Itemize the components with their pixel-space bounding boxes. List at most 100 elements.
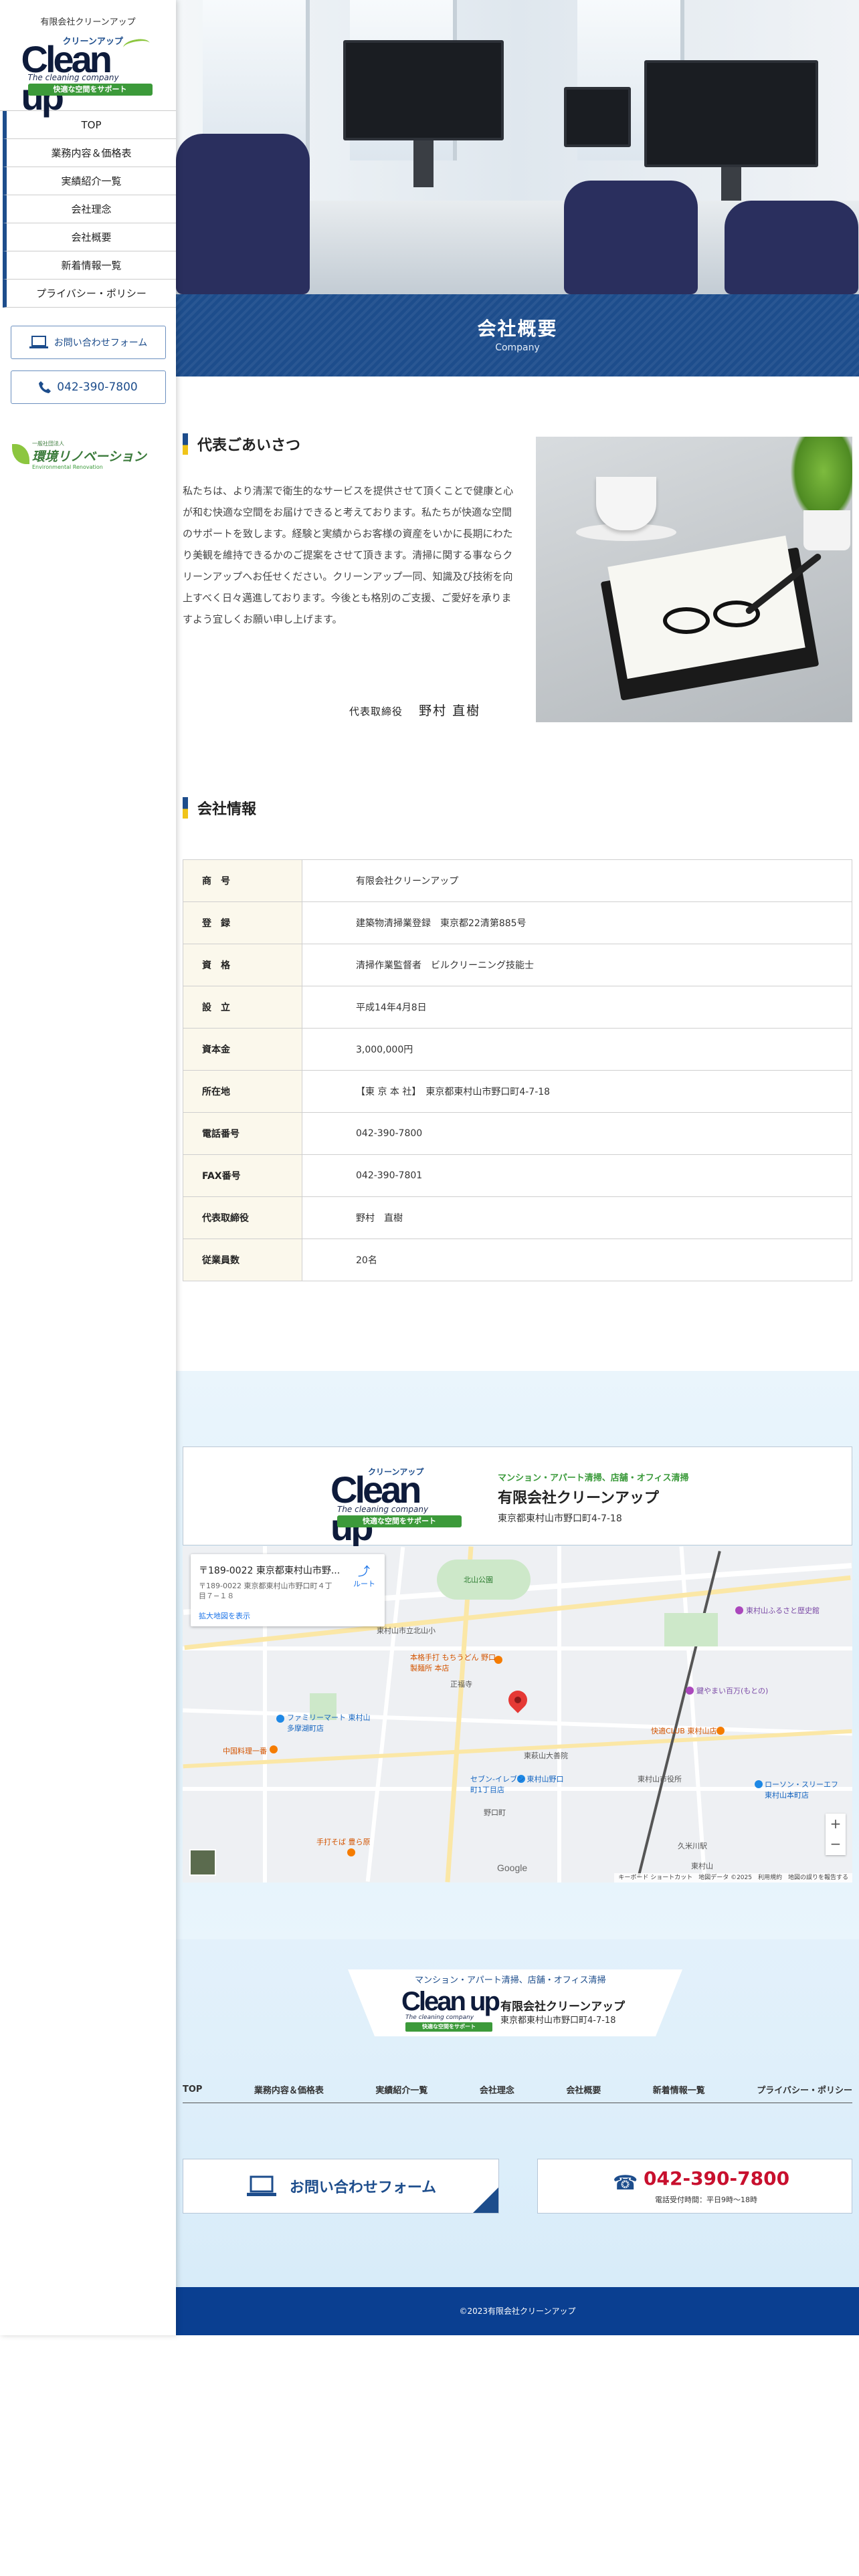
site-logo[interactable]: クリーンアップ Clean up The cleaning company 快適…	[21, 34, 155, 116]
logo-tagline: The cleaning company	[337, 1505, 429, 1514]
access-logo: クリーンアップ Clean up The cleaning company 快適…	[330, 1466, 464, 1546]
satellite-toggle[interactable]	[189, 1849, 216, 1876]
footer-tel-number: 042-390-7800	[644, 2167, 790, 2189]
row-label: 代表取締役	[183, 1196, 302, 1239]
signature-title: 代表取締役	[349, 706, 403, 718]
sidebar-nav: TOP 業務内容＆価格表 実績紹介一覧 会社理念 会社概要 新着情報一覧 プライ…	[0, 110, 176, 308]
greeting-signature: 代表取締役 野村 直樹	[349, 701, 480, 719]
greeting-heading: 代表ごあいさつ	[183, 433, 300, 455]
banner-line-2: 大量にたまったゴミの回収をいたします！	[18, 425, 158, 433]
row-value: 042-390-7801	[302, 1154, 852, 1197]
row-label: 登 録	[183, 901, 302, 944]
row-value: 20名	[302, 1239, 852, 1281]
corner-arrow-icon	[473, 2187, 498, 2213]
logo-subline: 快適な空間をサポート	[27, 84, 153, 96]
row-label: 従業員数	[183, 1239, 302, 1281]
map-label: 東村山市立北山小	[377, 1626, 436, 1635]
table-row: 設 立平成14年4月8日	[183, 986, 852, 1029]
laptop-icon	[29, 336, 48, 348]
renovation-banner[interactable]: 不用品や粗大ごみ・廃棄の傷当など 大量にたまったゴミの回収をいたします！ 一般社…	[0, 404, 176, 475]
zoom-in-button[interactable]: +	[826, 1814, 846, 1834]
nav-item-services[interactable]: 業務内容＆価格表	[3, 139, 176, 167]
access-category: マンション・アパート清掃、店舗・オフィス清掃	[498, 1473, 689, 1483]
google-logo: Google	[497, 1862, 528, 1873]
company-info-table: 商 号有限会社クリーンアップ 登 録建築物清掃業登録 東京都22清第885号 資…	[183, 859, 852, 1281]
row-label: 設 立	[183, 986, 302, 1029]
footer-tel-button[interactable]: ☎ 042-390-7800 電話受付時間：平日9時〜18時	[537, 2159, 852, 2214]
zoom-out-button[interactable]: −	[826, 1834, 846, 1854]
signature-name: 野村 直樹	[419, 704, 481, 718]
map-label: 正福寺	[450, 1680, 472, 1689]
phone-icon	[39, 381, 52, 393]
chevron-right-icon: »	[164, 415, 171, 428]
footer-nav-works[interactable]: 実績紹介一覧	[375, 2083, 427, 2096]
heading-marker	[183, 797, 188, 819]
banner-title: 環境リノベーション	[32, 449, 147, 464]
copyright: ©2023有限会社クリーンアップ	[176, 2287, 859, 2335]
larger-map-link[interactable]: 拡大地図を表示	[199, 1610, 250, 1621]
contact-form-label: お問い合わせフォーム	[54, 338, 148, 348]
map-label: 東村山ふるさと歴史館	[746, 1606, 820, 1615]
footer-nav-company[interactable]: 会社概要	[566, 2083, 601, 2096]
map-footer-links[interactable]: キーボード ショートカット 地図データ ©2025 利用規約 地図の誤りを報告す…	[614, 1873, 852, 1883]
contact-form-button[interactable]: お問い合わせフォーム	[10, 326, 166, 359]
footer-nav-philosophy[interactable]: 会社理念	[480, 2083, 514, 2096]
footer-nav-services[interactable]: 業務内容＆価格表	[254, 2083, 324, 2096]
map-card-title: 〒189-0022 東京都東村山市野...	[199, 1566, 341, 1576]
row-value: 3,000,000円	[302, 1028, 852, 1071]
map-label: ローソン・スリーエフ 東村山本町店	[765, 1780, 838, 1800]
nav-item-philosophy[interactable]: 会社理念	[3, 195, 176, 223]
footer-tel-hours: 電話受付時間：平日9時〜18時	[655, 2195, 757, 2204]
footer-category: マンション・アパート清掃、店舗・オフィス清掃	[415, 1975, 606, 1985]
logo-tagline: The cleaning company	[27, 73, 119, 82]
zoom-control: + −	[826, 1814, 846, 1855]
page-title: 会社概要	[477, 318, 558, 340]
route-link[interactable]: ルート	[353, 1578, 375, 1589]
footer-contact-button[interactable]: お問い合わせフォーム	[183, 2159, 499, 2214]
table-row: 資 格清掃作業監督者 ビルクリーニング技能士	[183, 944, 852, 986]
row-value: 有限会社クリーンアップ	[302, 859, 852, 902]
footer-nav: TOP 業務内容＆価格表 実績紹介一覧 会社理念 会社概要 新着情報一覧 プライ…	[183, 2076, 852, 2103]
row-label: FAX番号	[183, 1154, 302, 1197]
nav-item-company[interactable]: 会社概要	[3, 223, 176, 251]
phone-icon: ☎	[613, 2171, 638, 2195]
row-label: 商 号	[183, 859, 302, 902]
banner-line-1: 不用品や粗大ごみ・廃棄の傷当など	[29, 414, 147, 423]
map-label: 快適CLUB 東村山店	[651, 1727, 717, 1735]
map-label: 本格手打 もちうどん 野口製麺所 本店	[410, 1653, 496, 1673]
nav-item-works[interactable]: 実績紹介一覧	[3, 167, 176, 195]
map-label: 久米川駅	[678, 1842, 707, 1850]
tel-label: 042-390-7800	[57, 381, 138, 394]
laptop-icon	[246, 2175, 276, 2196]
footer-nav-top[interactable]: TOP	[183, 2084, 202, 2095]
leaf-icon	[12, 444, 29, 464]
coffee-cup-image	[596, 477, 656, 530]
page-subtitle: Company	[495, 342, 540, 353]
logo-subline: 快適な空間をサポート	[337, 1515, 462, 1527]
location-pin-icon[interactable]	[504, 1687, 531, 1713]
row-label: 電話番号	[183, 1112, 302, 1155]
nav-item-privacy[interactable]: プライバシー・ポリシー	[3, 280, 176, 308]
access-card: クリーンアップ Clean up The cleaning company 快適…	[183, 1446, 852, 1546]
footer-nav-privacy[interactable]: プライバシー・ポリシー	[757, 2083, 852, 2096]
sidebar: 有限会社クリーンアップ クリーンアップ Clean up The cleanin…	[0, 0, 176, 2335]
table-row: 登 録建築物清掃業登録 東京都22清第885号	[183, 901, 852, 944]
footer-nav-news[interactable]: 新着情報一覧	[653, 2083, 705, 2096]
table-row: FAX番号 042-390-7801	[183, 1154, 852, 1197]
row-label: 所在地	[183, 1070, 302, 1113]
row-value: 042-390-7800	[302, 1112, 852, 1155]
google-map[interactable]: 北山公園 東村山ふるさと歴史館 東村山市立北山小 鍵やまい百万(もとの) 快適C…	[183, 1546, 852, 1883]
table-row: 資本金 3,000,000円	[183, 1028, 852, 1071]
directions-icon[interactable]: ⤴	[358, 1562, 370, 1580]
logo-text: Clean up	[401, 1987, 500, 2016]
map-label: 手打そば 豊ら原	[316, 1838, 371, 1846]
sidebar-company-name: 有限会社クリーンアップ	[40, 17, 136, 27]
footer-company-name: 有限会社クリーンアップ	[500, 2000, 626, 2014]
greeting-heading-text: 代表ごあいさつ	[197, 437, 301, 454]
table-row: 電話番号 042-390-7800	[183, 1112, 852, 1155]
nav-item-news[interactable]: 新着情報一覧	[3, 251, 176, 280]
row-label: 資 格	[183, 944, 302, 986]
glasses-image	[663, 607, 710, 634]
tel-button[interactable]: 042-390-7800	[10, 370, 166, 404]
map-label: 東萩山大善院	[524, 1751, 568, 1760]
